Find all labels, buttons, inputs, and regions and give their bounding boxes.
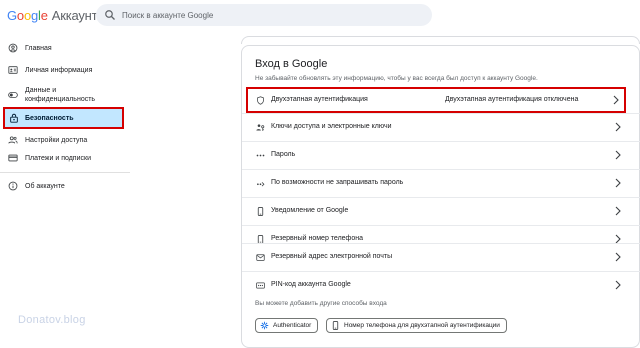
card-subtitle: Не забывайте обновлять эту информацию, ч… — [255, 75, 538, 82]
row-status: Двухэтапная аутентификация отключена — [445, 96, 579, 103]
chip-label: Authenticator — [273, 322, 312, 329]
passkey-icon — [256, 124, 265, 131]
row-label: Резервный номер телефона — [271, 235, 363, 242]
search-bar[interactable] — [96, 4, 432, 26]
chip-label: Номер телефона для двухэтапной аутентифи… — [344, 322, 500, 329]
sidebar-item-security[interactable]: Безопасность — [3, 107, 124, 129]
home-icon — [8, 43, 18, 53]
previous-card-edge — [241, 36, 640, 44]
row-label: Двухэтапная аутентификация — [271, 96, 368, 103]
id-card-icon — [8, 66, 18, 74]
chevron-right-icon — [615, 122, 621, 132]
google-account-logo[interactable]: Google Аккаунт — [7, 8, 98, 23]
lock-icon — [10, 113, 18, 123]
sidebar-item-label: Безопасность — [25, 114, 74, 122]
sidebar-item-label: Данные и конфиденциальность — [25, 87, 96, 103]
toggle-icon — [8, 92, 18, 98]
add-methods-hint: Вы можете добавить другие способы входа — [255, 300, 387, 307]
signin-card: Вход в Google Не забывайте обновлять эту… — [241, 45, 640, 348]
row-label: PIN-код аккаунта Google — [271, 281, 351, 288]
sidebar-item-about[interactable]: Об аккаунте — [0, 176, 124, 196]
search-icon[interactable] — [104, 9, 116, 21]
row-skip-password[interactable]: По возможности не запрашивать пароль — [242, 169, 640, 197]
info-icon — [8, 181, 18, 191]
phone-icon — [257, 207, 264, 216]
chevron-right-icon — [615, 150, 621, 160]
people-icon — [8, 136, 18, 144]
sidebar-divider — [0, 172, 130, 173]
row-passkeys[interactable]: Ключи доступа и электронные ключи — [242, 113, 640, 141]
chevron-right-icon — [613, 95, 619, 105]
sidebar-item-home[interactable]: Главная — [0, 38, 124, 58]
card-title: Вход в Google — [255, 58, 328, 70]
row-label: По возможности не запрашивать пароль — [271, 179, 404, 186]
logo-account-text: Аккаунт — [51, 8, 98, 23]
sidebar-item-personal-info[interactable]: Личная информация — [0, 60, 124, 80]
row-google-prompt[interactable]: Уведомление от Google — [242, 197, 640, 225]
mail-icon — [256, 254, 265, 261]
two-step-phone-chip[interactable]: Номер телефона для двухэтапной аутентифи… — [326, 318, 507, 333]
row-account-pin[interactable]: PIN-код аккаунта Google — [242, 271, 640, 299]
chevron-right-icon — [615, 252, 621, 262]
row-two-step-verification[interactable]: Двухэтапная аутентификация Двухэтапная а… — [246, 87, 626, 113]
row-label: Резервный адрес электронной почты — [271, 253, 393, 260]
password-dots-icon — [256, 154, 265, 157]
watermark: Donatov.blog — [18, 314, 86, 326]
authenticator-icon — [260, 321, 269, 330]
header: Google Аккаунт — [0, 0, 640, 30]
chevron-right-icon — [615, 206, 621, 216]
logo-letter: G — [7, 8, 17, 23]
pin-icon — [256, 282, 265, 289]
logo-letter: o — [16, 8, 24, 23]
phone-icon — [332, 321, 339, 330]
sidebar-item-sharing[interactable]: Настройки доступа — [0, 130, 124, 150]
row-label: Уведомление от Google — [271, 207, 349, 214]
chevron-right-icon — [615, 280, 621, 290]
sidebar-item-label: Личная информация — [25, 66, 93, 74]
shield-icon — [257, 96, 264, 105]
sidebar-item-data-privacy[interactable]: Данные и конфиденциальность — [0, 82, 124, 108]
sidebar-item-label: Главная — [25, 44, 52, 52]
skip-password-icon — [257, 182, 265, 187]
logo-letter: g — [30, 8, 39, 23]
row-recovery-email[interactable]: Резервный адрес электронной почты — [242, 243, 640, 271]
sidebar-item-payments[interactable]: Платежи и подписки — [0, 148, 124, 168]
sidebar-item-label: Об аккаунте — [25, 182, 65, 190]
row-password[interactable]: Пароль — [242, 141, 640, 169]
sidebar-item-label: Настройки доступа — [25, 136, 88, 144]
credit-card-icon — [8, 154, 18, 162]
row-label: Пароль — [271, 151, 296, 158]
logo-letter: o — [23, 8, 31, 23]
search-input[interactable] — [122, 7, 422, 23]
row-label: Ключи доступа и электронные ключи — [271, 123, 392, 130]
sidebar-item-label: Платежи и подписки — [25, 154, 91, 162]
chevron-right-icon — [615, 178, 621, 188]
authenticator-chip[interactable]: Authenticator — [255, 318, 319, 333]
logo-letter: e — [40, 8, 48, 23]
